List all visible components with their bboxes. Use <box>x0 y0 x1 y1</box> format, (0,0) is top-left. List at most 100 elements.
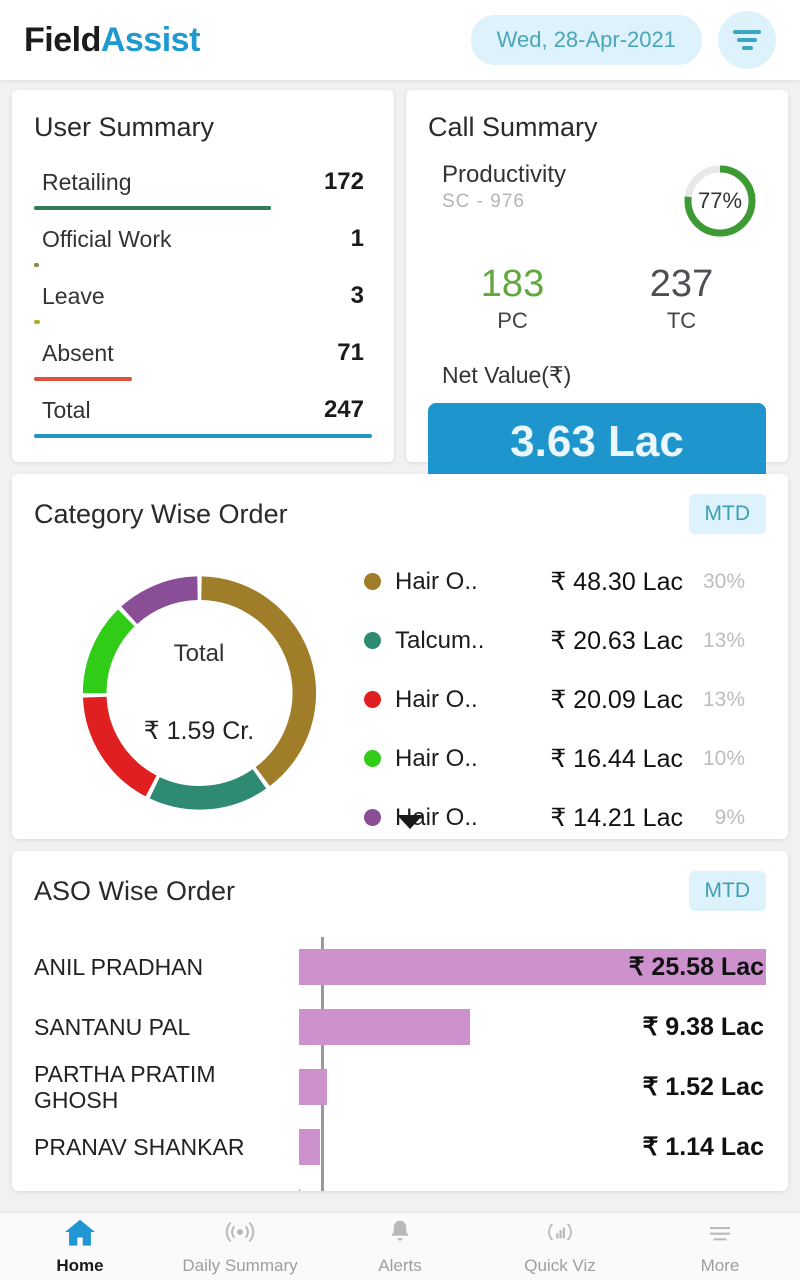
aso-track: ₹ 9.38 Lac <box>299 997 766 1057</box>
gauge-percent: 77% <box>697 188 743 213</box>
aso-order-title: ASO Wise Order <box>34 875 236 906</box>
legend-row[interactable]: Talcum.. ₹ 20.63 Lac 13% <box>364 611 766 670</box>
chevron-down-icon[interactable] <box>397 815 423 829</box>
productivity-gauge: 77% <box>680 161 760 241</box>
aso-track: ₹ 1,600.9 <box>299 1177 766 1191</box>
legend-amount: ₹ 20.09 Lac <box>550 685 683 714</box>
donut-segment[interactable] <box>82 695 157 796</box>
legend-color-dot <box>364 573 381 590</box>
legend-color-dot <box>364 809 381 826</box>
legend-color-dot <box>364 750 381 767</box>
productivity-text: Productivity SC - 976 <box>428 161 680 213</box>
legend-label: Talcum.. <box>395 626 485 654</box>
tc-value: 237 <box>649 263 714 305</box>
legend-percent: 30% <box>702 569 745 593</box>
aso-bar-row[interactable]: ANIL PRADHAN ₹ 25.58 Lac <box>34 937 766 997</box>
user-summary-row-label: Total <box>42 396 91 423</box>
donut-segment[interactable] <box>149 768 266 810</box>
aso-amount: ₹ 1.52 Lac <box>642 1073 764 1101</box>
header-actions: Wed, 28-Apr-2021 <box>470 11 776 69</box>
nav-item-label: More <box>700 1256 740 1275</box>
legend-label: Hair O.. <box>395 567 478 595</box>
nav-item-label: Quick Viz <box>524 1256 596 1275</box>
tc-label: TC <box>666 308 697 333</box>
app-logo: FieldAssist <box>24 21 200 60</box>
bottom-navigation: Home Daily Summary Alerts Quick Viz More <box>0 1212 800 1280</box>
donut-center-value: ₹ 1.59 Cr. <box>143 716 255 745</box>
donut-segment[interactable] <box>120 575 198 624</box>
aso-order-card: ASO Wise Order MTD ANIL PRADHAN ₹ 25.58 L… <box>12 851 788 1191</box>
aso-amount: ₹ 1.14 Lac <box>642 1133 764 1161</box>
category-legend: Hair O.. ₹ 48.30 Lac 30% Talcum.. ₹ 20.63 La… <box>364 538 766 847</box>
legend-row[interactable]: Hair O.. ₹ 48.30 Lac 30% <box>364 552 766 611</box>
aso-mtd-badge[interactable]: MTD <box>688 871 766 911</box>
call-summary-title: Call Summary <box>428 112 598 142</box>
legend-label: Hair O.. <box>395 744 478 772</box>
legend-row[interactable]: Hair O.. ₹ 14.21 Lac 9% <box>364 788 766 847</box>
legend-amount: ₹ 16.44 Lac <box>550 744 683 773</box>
user-summary-row-bar <box>34 263 40 267</box>
net-value-label: Net Value(₹) <box>442 362 572 388</box>
aso-amount: ₹ 25.58 Lac <box>628 953 764 981</box>
signal-icon <box>223 1217 257 1252</box>
user-summary-row-label: Official Work <box>42 225 172 252</box>
user-summary-rows: Retailing 172 Official Work 1 Leave 3 Absent 71… <box>34 159 372 444</box>
category-donut-chart[interactable]: Total ₹ 1.59 Cr. <box>34 538 364 847</box>
nav-item-label: Alerts <box>378 1256 422 1275</box>
pc-metric: 183 PC <box>428 263 597 334</box>
user-summary-row-label: Retailing <box>42 168 132 195</box>
category-order-title: Category Wise Order <box>34 498 288 529</box>
call-summary-card: Call Summary Productivity SC - 976 77% 1… <box>406 90 788 481</box>
user-summary-row-bar <box>34 320 41 324</box>
user-summary-row-value: 172 <box>323 168 364 195</box>
brand-first: Field <box>24 20 101 59</box>
nav-item-alerts[interactable]: Alerts <box>320 1213 480 1280</box>
category-order-body: Total ₹ 1.59 Cr. Hair O.. ₹ 48.30 Lac 30% T… <box>34 538 766 847</box>
aso-rows: ANIL PRADHAN ₹ 25.58 Lac SANTANU PAL ₹ 9.38… <box>34 937 766 1191</box>
aso-track: ₹ 1.52 Lac <box>299 1057 766 1117</box>
user-summary-row[interactable]: Official Work 1 <box>34 216 372 273</box>
nav-item-quick-viz[interactable]: Quick Viz <box>480 1213 640 1280</box>
legend-row[interactable]: Hair O.. ₹ 16.44 Lac 10% <box>364 729 766 788</box>
user-summary-row-value: 71 <box>337 339 364 366</box>
legend-percent: 13% <box>702 687 745 711</box>
aso-amount: ₹ 9.38 Lac <box>642 1013 764 1041</box>
net-value-button[interactable]: 3.63 Lac <box>428 403 766 481</box>
category-mtd-badge[interactable]: MTD <box>688 494 766 534</box>
date-selector[interactable]: Wed, 28-Apr-2021 <box>470 15 702 65</box>
aso-bar <box>299 1189 300 1191</box>
user-summary-row[interactable]: Leave 3 <box>34 273 372 330</box>
pc-label: PC <box>497 308 528 333</box>
hamburger-icon <box>703 1217 737 1252</box>
legend-row[interactable]: Hair O.. ₹ 20.09 Lac 13% <box>364 670 766 729</box>
nav-item-daily-summary[interactable]: Daily Summary <box>160 1213 320 1280</box>
category-order-header: Category Wise Order MTD <box>34 494 766 534</box>
filter-button[interactable] <box>718 11 776 69</box>
aso-bar-row[interactable]: PRANAV SHANKAR ₹ 1.14 Lac <box>34 1117 766 1177</box>
user-summary-row-bar <box>34 434 372 438</box>
productivity-row: Productivity SC - 976 77% <box>428 161 766 241</box>
filter-icon <box>733 30 761 34</box>
user-summary-row[interactable]: Retailing 172 <box>34 159 372 216</box>
aso-bar-row[interactable]: TAPAN GHOSH₹ 1,600.9 <box>34 1177 766 1191</box>
brand-second: Assist <box>100 20 201 59</box>
donut-center-label: Total <box>173 639 225 667</box>
donut-segment[interactable] <box>82 609 135 694</box>
legend-amount: ₹ 20.63 Lac <box>550 626 683 655</box>
nav-item-more[interactable]: More <box>640 1213 800 1280</box>
aso-bar-chart: ANIL PRADHAN ₹ 25.58 Lac SANTANU PAL ₹ 9.38… <box>34 937 766 1191</box>
user-summary-row-bar <box>34 377 133 381</box>
user-summary-row[interactable]: Absent 71 <box>34 330 372 387</box>
nav-item-home[interactable]: Home <box>0 1213 160 1280</box>
legend-label: Hair O.. <box>395 685 478 713</box>
aso-bar-row[interactable]: SANTANU PAL ₹ 9.38 Lac <box>34 997 766 1057</box>
pc-tc-row: 183 PC 237 TC <box>428 263 766 334</box>
legend-percent: 13% <box>702 628 745 652</box>
user-summary-row[interactable]: Total 247 <box>34 387 372 444</box>
aso-bar-row[interactable]: PARTHA PRATIM GHOSH ₹ 1.52 Lac <box>34 1057 766 1117</box>
user-summary-row-bar <box>34 206 271 210</box>
legend-amount: ₹ 14.21 Lac <box>550 803 683 832</box>
bell-icon <box>383 1217 417 1252</box>
aso-name: ANIL PRADHAN <box>34 953 204 980</box>
user-summary-row-label: Leave <box>42 282 105 309</box>
